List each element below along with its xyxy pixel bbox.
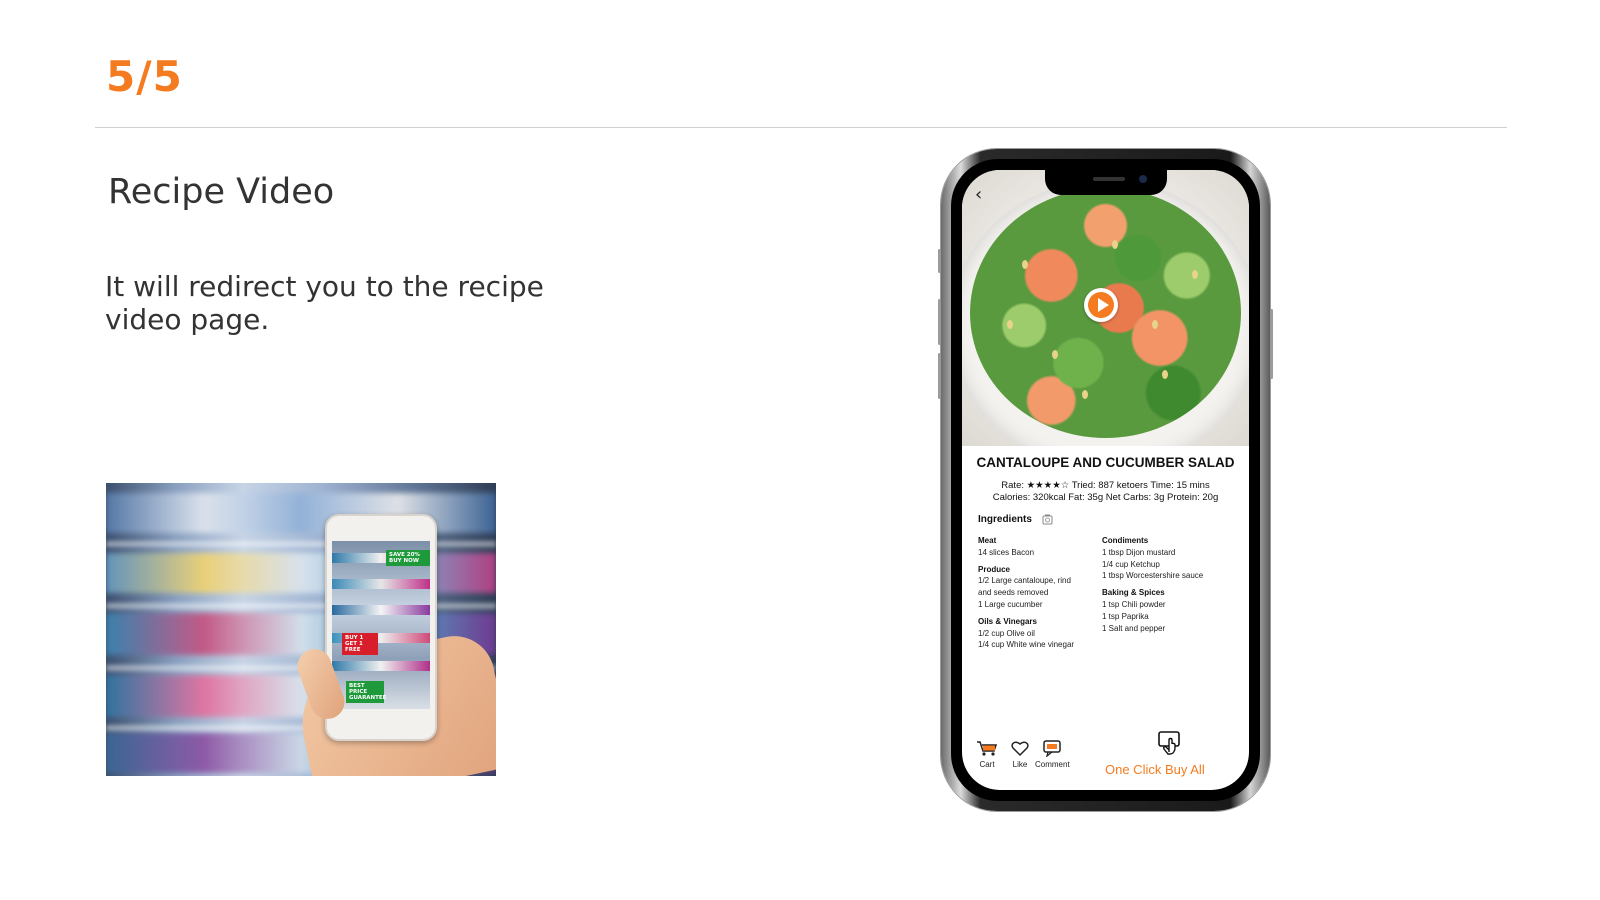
ingredient-item: 14 slices Bacon <box>978 547 1035 557</box>
ingredient-item: 1 tbsp Dijon mustard <box>1102 547 1176 557</box>
recipe-title: CANTALOUPE AND CUCUMBER SALAD <box>976 455 1235 470</box>
slide-title: Recipe Video <box>108 172 335 212</box>
cart-tab[interactable]: Cart <box>976 740 998 769</box>
supermarket-photo: SAVE 20% BUY NOW BUY 1 GET 1 FREE BEST P… <box>106 483 496 776</box>
ingredient-item: 1/4 cup White wine vinegar <box>978 640 1075 650</box>
ingredient-group-heading: Baking & Spices <box>1102 588 1165 598</box>
ingredient-group-heading: Oils & Vinegars <box>978 616 1037 626</box>
rating-stars: ★★★★☆ <box>1026 480 1070 491</box>
divider <box>95 127 1507 128</box>
comment-label: Comment <box>1035 760 1070 769</box>
ingredient-item: 1/2 Large cantaloupe, rind <box>978 576 1071 586</box>
ingredient-group-heading: Condiments <box>1102 536 1149 545</box>
ingredient-item: 1 tsp Paprika <box>1102 611 1149 621</box>
time-value: 15 mins <box>1176 480 1210 491</box>
scale-icon[interactable] <box>1042 514 1053 528</box>
time-label: Time: <box>1150 480 1174 491</box>
ingredient-item: 1 tsp Chili powder <box>1102 599 1166 609</box>
back-arrow-icon[interactable]: ‹ <box>975 184 982 205</box>
recipe-video-thumbnail[interactable] <box>962 170 1249 446</box>
like-label: Like <box>1012 760 1028 769</box>
comment-tab[interactable]: Comment <box>1035 740 1070 769</box>
ingredient-group-heading: Produce <box>978 564 1011 574</box>
promo-tag: BEST PRICE GUARANTEE <box>346 681 386 703</box>
ingredient-item: and seeds removed <box>978 588 1049 598</box>
comment-icon <box>1043 740 1062 757</box>
step-counter: 5/5 <box>106 52 183 101</box>
phone-mockup: ‹ CANTALOUPE AND CUCUMBER SALAD Rate: ★★… <box>938 149 1273 811</box>
ingredient-item: 1/2 cup Olive oil <box>978 628 1035 638</box>
ingredients-left-column: Meat 14 slices Bacon Produce 1/2 Large cant… <box>978 535 1074 651</box>
play-video-button[interactable] <box>1084 288 1118 322</box>
one-click-buy-icon[interactable] <box>1157 730 1183 760</box>
ingredient-item: 1 tbsp Worcestershire sauce <box>1102 571 1204 581</box>
ingredient-item: 1 Salt and pepper <box>1102 623 1166 633</box>
notch <box>1045 170 1167 195</box>
nutrition-line: Calories: 320kcal Fat: 35g Net Carbs: 3g… <box>992 492 1219 503</box>
rate-label: Rate: <box>1001 480 1024 491</box>
cart-icon <box>977 741 998 756</box>
ingredient-group-heading: Meat <box>978 536 997 545</box>
slide-description: It will redirect you to the recipe video… <box>105 270 544 336</box>
ingredient-item: 1 Large cucumber <box>978 599 1043 609</box>
cart-label: Cart <box>979 760 995 769</box>
ingredients-heading: Ingredients <box>978 514 1032 525</box>
tried-label: Tried: <box>1071 480 1096 491</box>
recipe-stats: Rate: ★★★★☆ Tried: 887 ketoers Time: 15 … <box>962 480 1249 504</box>
one-click-buy-all-button[interactable]: One Click Buy All <box>1105 762 1205 777</box>
heart-icon <box>1011 741 1029 757</box>
ingredient-item: 1/4 cup Ketchup <box>1102 559 1160 569</box>
promo-tag: BUY 1 GET 1 FREE <box>342 633 378 655</box>
tried-value: 887 ketoers <box>1098 480 1148 491</box>
ingredients-right-column: Condiments 1 tbsp Dijon mustard 1/4 cup Ke… <box>1102 535 1203 634</box>
like-tab[interactable]: Like <box>1011 740 1029 769</box>
phone-screen: ‹ CANTALOUPE AND CUCUMBER SALAD Rate: ★★… <box>962 170 1249 790</box>
promo-tag: SAVE 20% BUY NOW <box>386 550 430 566</box>
